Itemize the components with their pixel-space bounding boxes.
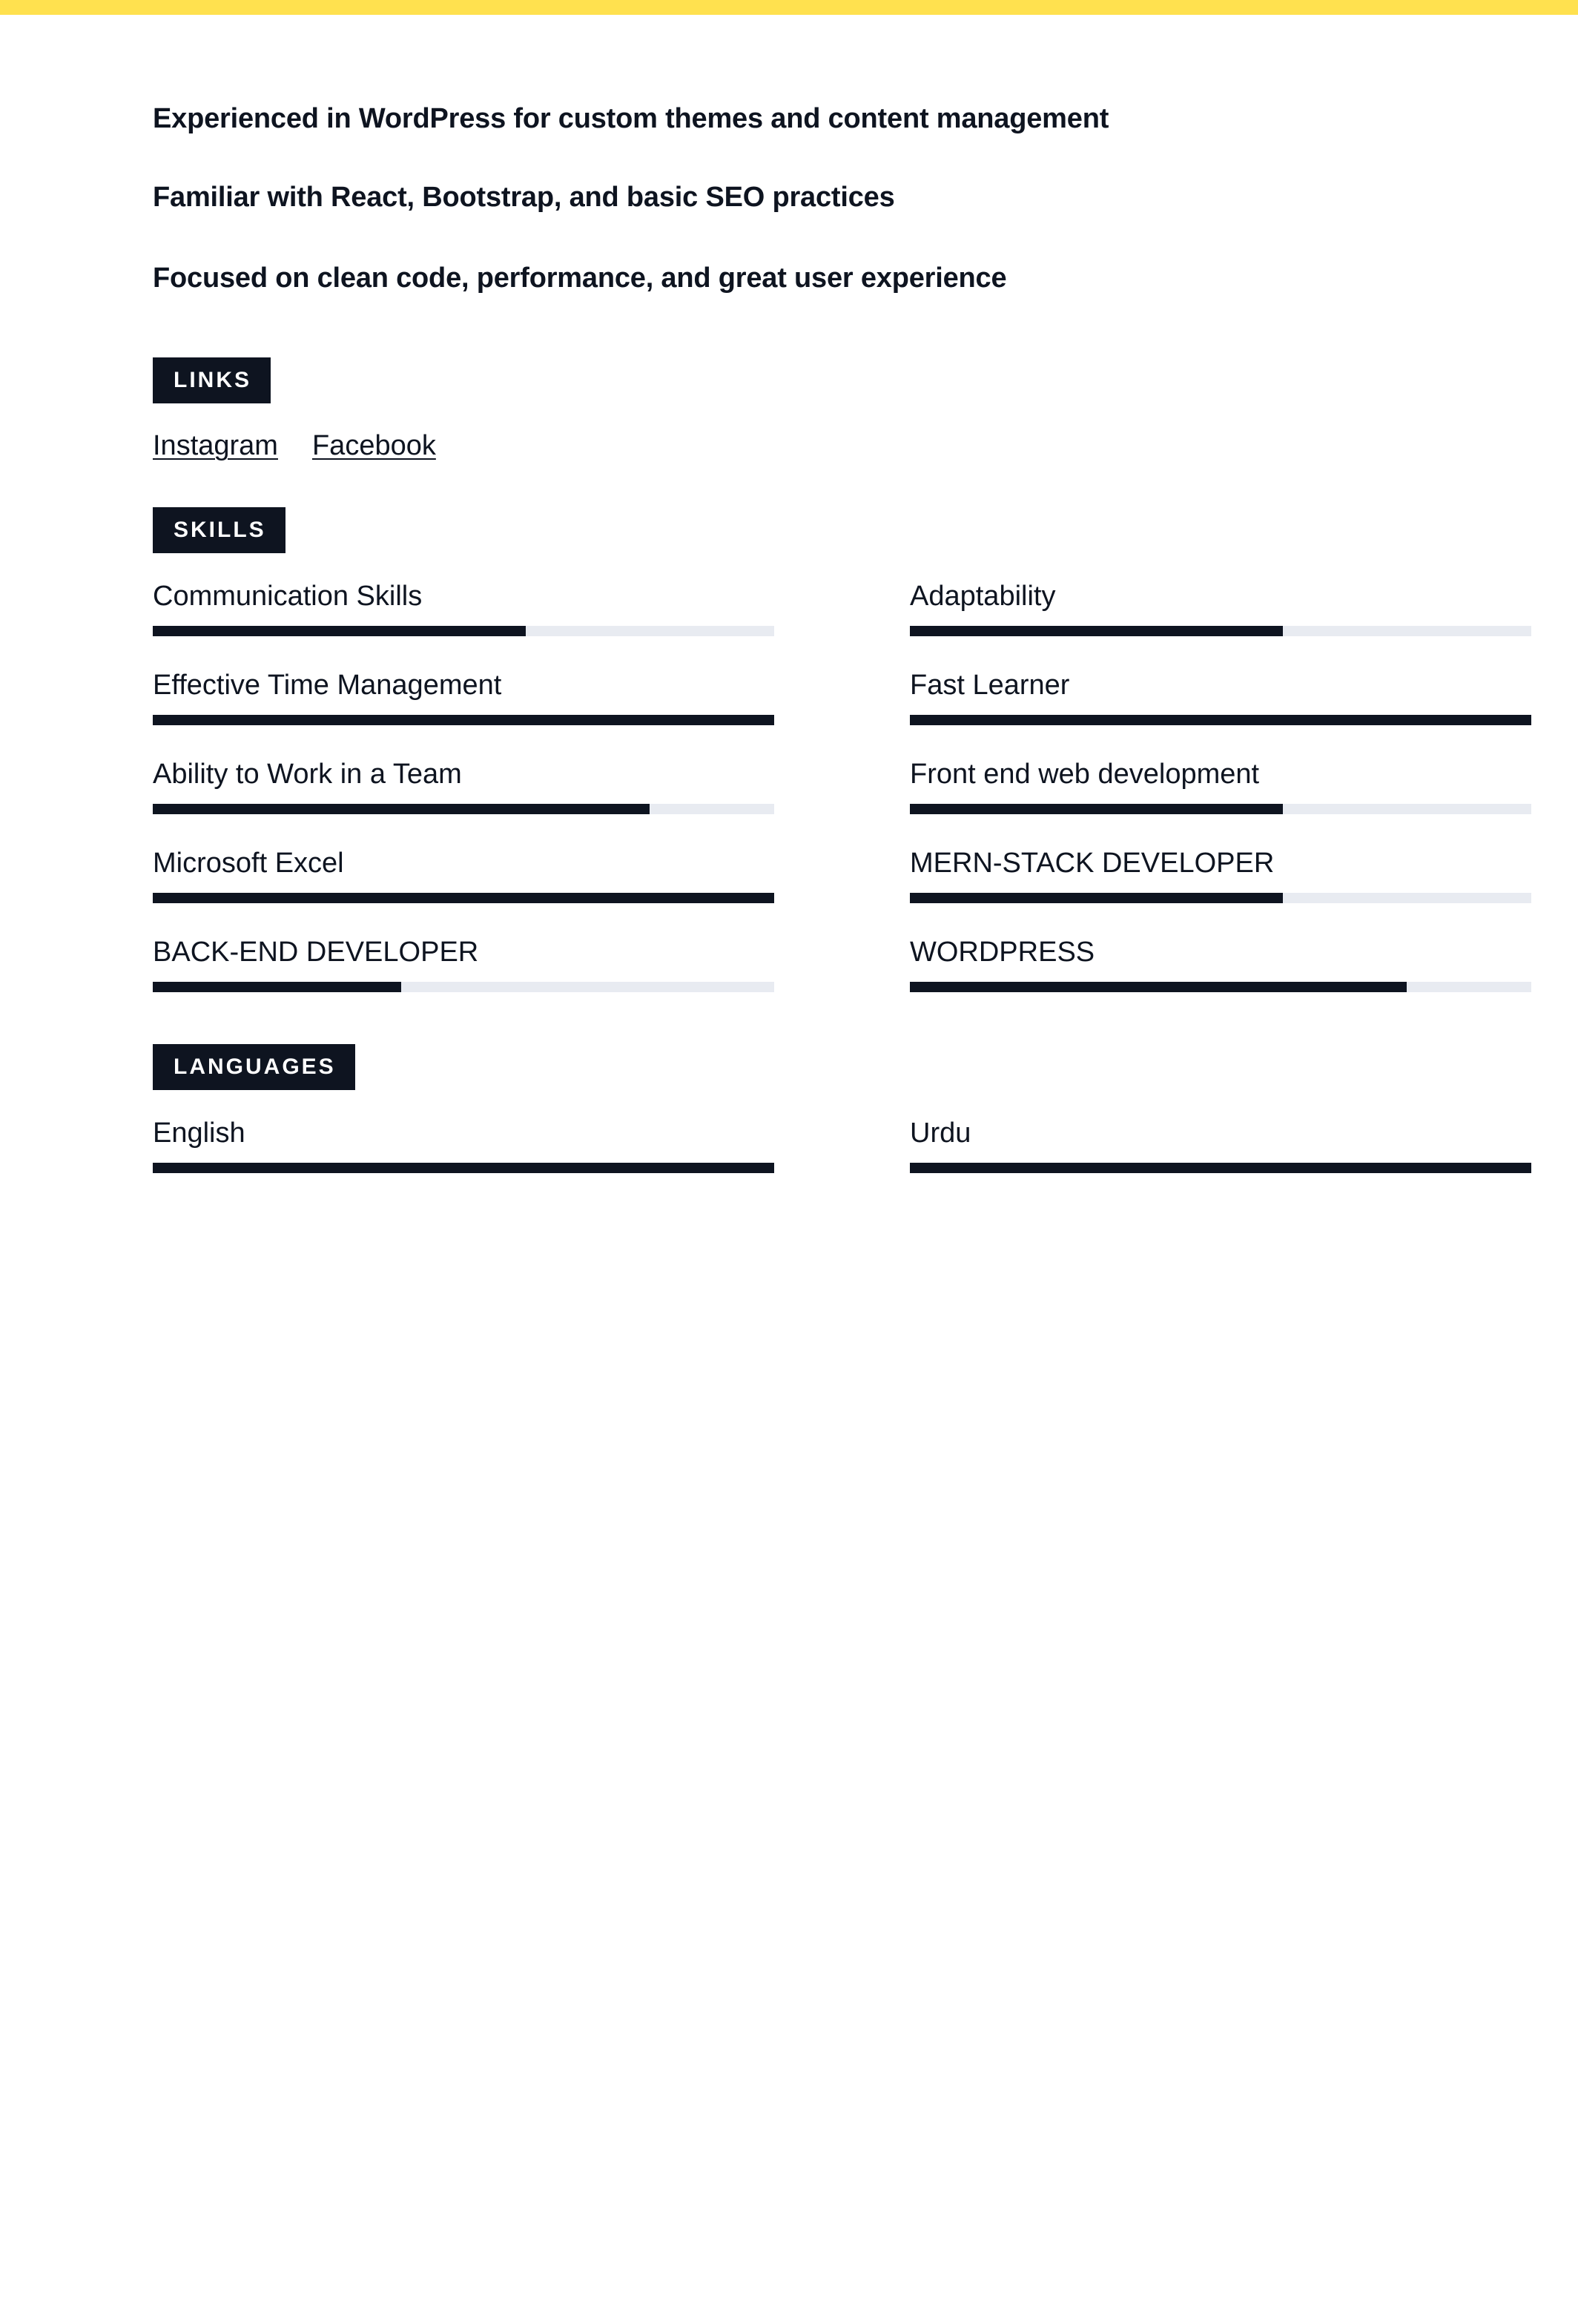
skill-label: Fast Learner [910, 670, 1070, 701]
skill-bar-fill [153, 715, 774, 725]
skill-item: Communication Skills [153, 578, 774, 660]
skill-item: Adaptability [910, 578, 1531, 660]
links-list: Instagram Facebook [153, 427, 436, 464]
skill-label: WORDPRESS [910, 937, 1095, 968]
skill-bar-fill [153, 626, 526, 636]
skill-bar-fill [910, 626, 1283, 636]
skill-label: MERN-STACK DEVELOPER [910, 848, 1275, 879]
instagram-link[interactable]: Instagram [153, 427, 278, 464]
skill-item: Front end web development [910, 756, 1531, 838]
skill-label: Effective Time Management [153, 670, 502, 701]
language-label: English [153, 1118, 245, 1149]
skill-label: Communication Skills [153, 581, 423, 612]
skill-item: WORDPRESS [910, 934, 1531, 1016]
skill-bar-track [910, 893, 1531, 903]
skill-bar-track [153, 626, 774, 636]
skill-label: BACK-END DEVELOPER [153, 937, 479, 968]
languages-heading: LANGUAGES [153, 1044, 355, 1090]
skill-bar-track [153, 982, 774, 992]
language-item: English [153, 1115, 774, 1197]
skill-bar-track [910, 715, 1531, 725]
summary-line: Familiar with React, Bootstrap, and basi… [153, 182, 895, 213]
language-bar-track [153, 1163, 774, 1173]
facebook-link[interactable]: Facebook [312, 427, 436, 464]
skill-label: Adaptability [910, 581, 1056, 612]
skill-bar-track [910, 982, 1531, 992]
language-bar-track [910, 1163, 1531, 1173]
skill-bar-track [910, 626, 1531, 636]
skill-item: Ability to Work in a Team [153, 756, 774, 838]
language-bar-fill [910, 1163, 1531, 1173]
skill-bar-fill [910, 982, 1407, 992]
skill-item: Fast Learner [910, 667, 1531, 749]
skill-bar-fill [910, 715, 1531, 725]
skills-heading: SKILLS [153, 507, 285, 553]
skill-label: Ability to Work in a Team [153, 759, 462, 790]
skill-label: Front end web development [910, 759, 1260, 790]
skill-bar-fill [153, 893, 774, 903]
top-accent-bar [0, 0, 1578, 15]
skill-bar-track [153, 715, 774, 725]
links-heading: LINKS [153, 357, 271, 403]
skill-bar-fill [153, 804, 650, 814]
summary-line: Focused on clean code, performance, and … [153, 263, 1007, 294]
language-bar-fill [153, 1163, 774, 1173]
skill-item: Microsoft Excel [153, 845, 774, 927]
language-label: Urdu [910, 1118, 971, 1149]
summary-line: Experienced in WordPress for custom them… [153, 103, 1109, 134]
skill-label: Microsoft Excel [153, 848, 344, 879]
skill-item: MERN-STACK DEVELOPER [910, 845, 1531, 927]
skill-item: BACK-END DEVELOPER [153, 934, 774, 1016]
skill-bar-track [153, 893, 774, 903]
skill-bar-fill [153, 982, 402, 992]
skill-bar-fill [910, 893, 1283, 903]
skill-bar-track [910, 804, 1531, 814]
skill-bar-fill [910, 804, 1283, 814]
language-item: Urdu [910, 1115, 1531, 1197]
skill-bar-track [153, 804, 774, 814]
skill-item: Effective Time Management [153, 667, 774, 749]
